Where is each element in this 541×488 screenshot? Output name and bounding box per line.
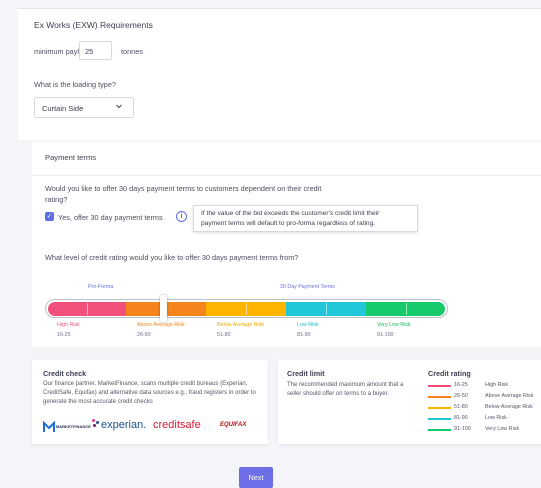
legend-swatch-above-average-risk bbox=[428, 396, 451, 398]
legend-name: Below Average Risk bbox=[485, 404, 533, 410]
range-title-low-risk: Low Risk bbox=[297, 322, 319, 328]
range-title-below-average-risk: Below Average Risk bbox=[217, 322, 265, 328]
range-value-low-risk: 81-90 bbox=[297, 332, 311, 338]
legend-swatch-high-risk bbox=[428, 385, 451, 387]
legend-name: Low Risk bbox=[485, 415, 507, 421]
tick bbox=[246, 303, 247, 315]
marketfinance-text: MARKETFINANCE bbox=[56, 424, 91, 429]
credit-limit-title: Credit limit bbox=[287, 369, 325, 378]
exw-title: Ex Works (EXW) Requirements bbox=[34, 20, 153, 30]
divider bbox=[32, 175, 541, 176]
chevron-down-icon bbox=[115, 102, 123, 112]
legend-range: 26-50 bbox=[454, 393, 468, 399]
credit-limit-tooltip: If the value of the bid exceeds the cust… bbox=[193, 205, 418, 232]
equifax-logo: EQUIFAX bbox=[220, 422, 247, 428]
experian-text: experian. bbox=[101, 419, 147, 431]
payload-input[interactable]: 25 bbox=[79, 41, 112, 60]
payment-question-line1: Would you like to offer 30 days payment … bbox=[45, 184, 322, 193]
tooltip-line2: payment terms will default to pro-forma … bbox=[201, 220, 376, 227]
creditsafe-logo: creditsafe bbox=[153, 419, 201, 431]
next-button[interactable]: Next bbox=[239, 467, 273, 488]
payment-terms-zone-label: 30 Day Payment Terms bbox=[280, 284, 335, 290]
payment-terms-title: Payment terms bbox=[45, 153, 97, 162]
left-gutter bbox=[0, 0, 18, 488]
range-title-high-risk: High Risk bbox=[57, 322, 80, 328]
pro-forma-label: Pro-Forma bbox=[88, 284, 114, 290]
range-value-above-average-risk: 26-50 bbox=[137, 332, 151, 338]
range-title-very-low-risk: Very Low Risk bbox=[377, 322, 411, 328]
legend-swatch-very-low-risk bbox=[428, 429, 451, 431]
legend-name: High Risk bbox=[485, 382, 509, 388]
range-title-above-average-risk: Above Average Risk bbox=[137, 322, 185, 328]
legend-name: Very Low Risk bbox=[485, 426, 520, 432]
loading-type-value: Curtain Side bbox=[42, 104, 84, 113]
loading-type-select[interactable]: Curtain Side bbox=[34, 97, 134, 118]
info-icon[interactable]: i bbox=[176, 211, 187, 222]
legend-range: 91-100 bbox=[454, 426, 471, 432]
offer-terms-checkbox[interactable]: ✓ bbox=[45, 212, 54, 221]
credit-limit-body: The recommended maximum amount that a se… bbox=[287, 382, 404, 397]
credit-check-body: Our finance partner, MarketFinance, scan… bbox=[43, 381, 256, 405]
legend-swatch-below-average-risk bbox=[428, 407, 451, 409]
legend-range: 16-25 bbox=[454, 382, 468, 388]
legend-range: 81-90 bbox=[454, 415, 468, 421]
loading-type-label: What is the loading type? bbox=[34, 80, 116, 89]
tick bbox=[406, 303, 407, 315]
range-value-high-risk: 16-25 bbox=[57, 332, 71, 338]
range-value-below-average-risk: 51-80 bbox=[217, 332, 231, 338]
payment-question-line2: rating? bbox=[45, 195, 68, 204]
slider-question: What level of credit rating would you li… bbox=[45, 253, 299, 262]
legend-range: 51-80 bbox=[454, 404, 468, 410]
tick bbox=[87, 303, 88, 315]
credit-check-title: Credit check bbox=[43, 369, 87, 378]
payload-unit: tonnes bbox=[121, 47, 143, 56]
segment-above-average-risk-2 bbox=[166, 302, 206, 316]
offer-terms-label: Yes, offer 30 day payment terms bbox=[58, 213, 163, 222]
range-value-very-low-risk: 91-100 bbox=[377, 332, 394, 338]
page: Ex Works (EXW) Requirements minimum payl… bbox=[0, 0, 541, 488]
marketfinance-logo: MARKETFINANCE bbox=[43, 420, 93, 434]
tooltip-line1: If the value of the bid exceeds the cust… bbox=[201, 210, 380, 217]
legend-name: Above Average Risk bbox=[485, 393, 534, 399]
tick bbox=[326, 303, 327, 315]
slider-handle[interactable] bbox=[160, 295, 167, 322]
credit-rating-title: Credit rating bbox=[428, 369, 471, 378]
legend-swatch-low-risk bbox=[428, 418, 451, 420]
